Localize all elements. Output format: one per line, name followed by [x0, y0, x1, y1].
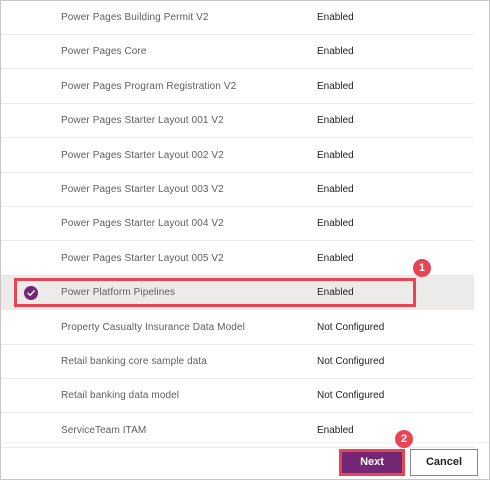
solution-row[interactable]: Power Pages Core Enabled: [1, 35, 474, 69]
solution-name: Retail banking data model: [61, 390, 180, 401]
solution-status: Not Configured: [317, 390, 385, 401]
solution-name: Power Pages Building Permit V2: [61, 12, 209, 23]
solution-name: Power Platform Pipelines: [61, 287, 176, 298]
solution-status: Enabled: [317, 115, 354, 126]
solution-row[interactable]: Retail banking data model Not Configured: [1, 379, 474, 413]
solution-row[interactable]: Power Pages Program Registration V2 Enabl…: [1, 70, 474, 104]
checkmark-icon: [24, 286, 38, 300]
solution-name: Power Pages Starter Layout 005 V2: [61, 253, 224, 264]
solution-name: Power Pages Core: [61, 46, 147, 57]
solution-picker-panel: Power Pages Building Permit V2 Enabled Pow…: [0, 0, 490, 480]
footer-divider: [1, 442, 489, 443]
list-scrollbar[interactable]: [475, 1, 489, 441]
solution-name: Power Pages Program Registration V2: [61, 81, 237, 92]
solution-status: Enabled: [317, 12, 354, 23]
solution-status: Enabled: [317, 184, 354, 195]
solution-name: Power Pages Starter Layout 003 V2: [61, 184, 224, 195]
solution-row[interactable]: Power Pages Starter Layout 005 V2 Enabled: [1, 242, 474, 276]
solution-name: Retail banking core sample data: [61, 356, 207, 367]
solution-status: Enabled: [317, 46, 354, 57]
solution-name: Power Pages Starter Layout 004 V2: [61, 218, 224, 229]
solution-status: Enabled: [317, 150, 354, 161]
solution-name: Property Casualty Insurance Data Model: [61, 322, 245, 333]
solution-row[interactable]: Retail banking core sample data Not Confi…: [1, 345, 474, 379]
solution-row[interactable]: Power Pages Building Permit V2 Enabled: [1, 1, 474, 35]
solution-row[interactable]: Power Platform Pipelines Enabled: [1, 276, 474, 310]
solution-status: Enabled: [317, 287, 354, 298]
solution-status: Enabled: [317, 218, 354, 229]
solution-status: Enabled: [317, 81, 354, 92]
solution-status: Not Configured: [317, 322, 385, 333]
solution-status: Not Configured: [317, 356, 385, 367]
solution-row[interactable]: Power Pages Starter Layout 001 V2 Enabled: [1, 104, 474, 138]
solution-name: Power Pages Starter Layout 002 V2: [61, 150, 224, 161]
solution-row[interactable]: Power Pages Starter Layout 003 V2 Enabled: [1, 173, 474, 207]
step-1-badge: 1: [413, 259, 431, 277]
next-button[interactable]: Next: [339, 449, 405, 476]
solution-row[interactable]: Power Pages Starter Layout 002 V2 Enabled: [1, 139, 474, 173]
solution-row[interactable]: Power Pages Starter Layout 004 V2 Enabled: [1, 207, 474, 241]
solution-name: Power Pages Starter Layout 001 V2: [61, 115, 224, 126]
cancel-button[interactable]: Cancel: [410, 449, 478, 476]
step-2-badge: 2: [395, 430, 413, 448]
solution-status: Enabled: [317, 253, 354, 264]
solution-row[interactable]: Property Casualty Insurance Data Model No…: [1, 311, 474, 345]
